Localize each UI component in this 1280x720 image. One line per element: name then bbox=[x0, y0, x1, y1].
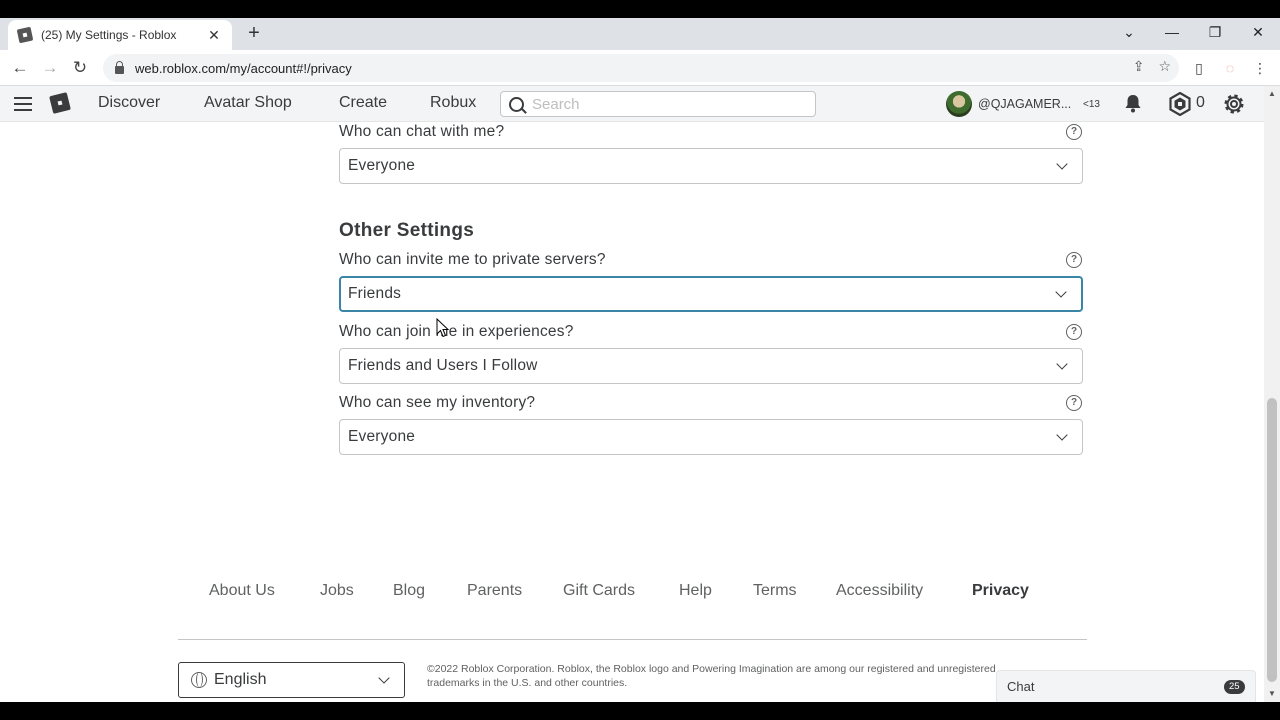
back-icon[interactable]: ← bbox=[8, 56, 32, 80]
reload-icon[interactable]: ↻ bbox=[68, 56, 92, 80]
browser-tab[interactable]: (25) My Settings - Roblox ✕ bbox=[8, 20, 232, 50]
chat-label: Chat bbox=[1007, 679, 1035, 694]
avatar[interactable] bbox=[946, 91, 972, 117]
language-value: English bbox=[214, 671, 267, 688]
tab-strip: (25) My Settings - Roblox ✕ + ⌄ — ❐ ✕ bbox=[0, 18, 1280, 50]
address-bar: ← → ↻ web.roblox.com/my/account#!/privac… bbox=[0, 50, 1280, 86]
footer-link-gift-cards[interactable]: Gift Cards bbox=[563, 582, 635, 600]
invite-help-icon[interactable]: ? bbox=[1066, 252, 1082, 268]
footer-link-terms[interactable]: Terms bbox=[753, 582, 797, 600]
footer-link-blog[interactable]: Blog bbox=[393, 582, 425, 600]
nav-create[interactable]: Create bbox=[339, 94, 387, 112]
username[interactable]: @QJAGAMER... bbox=[978, 97, 1071, 111]
chat-bar[interactable]: Chat 25 bbox=[996, 670, 1256, 702]
chat-help-icon[interactable]: ? bbox=[1066, 124, 1082, 140]
join-setting-value: Friends and Users I Follow bbox=[348, 357, 538, 374]
chevron-down-icon bbox=[1055, 285, 1067, 298]
bookmark-star-icon[interactable]: ☆ bbox=[1158, 58, 1171, 75]
footer-link-about-us[interactable]: About Us bbox=[209, 582, 275, 600]
chat-count-badge: 25 bbox=[1224, 680, 1245, 694]
tab-search-icon[interactable]: ⌄ bbox=[1114, 22, 1144, 42]
inventory-setting-select[interactable]: Everyone bbox=[339, 419, 1083, 455]
side-panel-icon[interactable]: ▯ bbox=[1189, 58, 1209, 78]
chevron-down-icon bbox=[1056, 157, 1068, 170]
invite-setting-select[interactable]: Friends bbox=[339, 276, 1083, 312]
nav-robux[interactable]: Robux bbox=[430, 94, 476, 112]
other-settings-title: Other Settings bbox=[339, 220, 475, 241]
search-input[interactable] bbox=[532, 95, 802, 113]
footer-links: About Us Jobs Blog Parents Gift Cards He… bbox=[0, 582, 1264, 604]
search-icon bbox=[509, 96, 524, 112]
url-text: web.roblox.com/my/account#!/privacy bbox=[135, 60, 352, 76]
inventory-setting-value: Everyone bbox=[348, 428, 416, 445]
privacy-settings-content: Who can chat with me? ? Everyone Other S… bbox=[0, 122, 1264, 702]
join-setting-select[interactable]: Friends and Users I Follow bbox=[339, 348, 1083, 384]
roblox-logo-icon[interactable] bbox=[49, 92, 71, 114]
chevron-down-icon bbox=[1056, 357, 1068, 370]
search-box bbox=[500, 91, 816, 117]
inventory-setting-label: Who can see my inventory? bbox=[339, 394, 536, 411]
settings-gear-icon[interactable] bbox=[1222, 92, 1246, 116]
forward-icon[interactable]: → bbox=[38, 56, 62, 80]
join-help-icon[interactable]: ? bbox=[1066, 324, 1082, 340]
chevron-down-icon bbox=[378, 671, 390, 684]
scroll-down-icon[interactable]: ▼ bbox=[1264, 686, 1280, 702]
robux-icon[interactable] bbox=[1168, 92, 1192, 116]
nav-avatar-shop[interactable]: Avatar Shop bbox=[204, 94, 292, 112]
new-tab-icon[interactable]: + bbox=[244, 23, 264, 43]
chat-setting-select[interactable]: Everyone bbox=[339, 148, 1083, 184]
chat-setting-value: Everyone bbox=[348, 157, 416, 174]
footer-link-jobs[interactable]: Jobs bbox=[320, 582, 354, 600]
page-scrollbar[interactable]: ▲ ▼ bbox=[1264, 86, 1280, 702]
close-window-icon[interactable]: ✕ bbox=[1243, 22, 1273, 42]
robux-balance[interactable]: 0 bbox=[1196, 94, 1205, 112]
join-setting-label: Who can join me in experiences? bbox=[339, 323, 574, 340]
tab-title: (25) My Settings - Roblox bbox=[41, 28, 177, 42]
hamburger-menu-icon[interactable] bbox=[14, 97, 32, 111]
globe-icon bbox=[191, 672, 207, 688]
lock-icon bbox=[115, 60, 124, 74]
footer-link-privacy[interactable]: Privacy bbox=[972, 582, 1029, 600]
minimize-icon[interactable]: — bbox=[1157, 22, 1187, 42]
footer-link-parents[interactable]: Parents bbox=[467, 582, 522, 600]
extension-icon[interactable]: ◌ bbox=[1220, 58, 1240, 78]
inventory-help-icon[interactable]: ? bbox=[1066, 395, 1082, 411]
chevron-down-icon bbox=[1056, 428, 1068, 441]
restore-icon[interactable]: ❐ bbox=[1200, 22, 1230, 42]
footer-link-accessibility[interactable]: Accessibility bbox=[836, 582, 923, 600]
share-icon[interactable]: ⇪ bbox=[1133, 58, 1145, 75]
footer-divider bbox=[178, 639, 1087, 640]
close-tab-icon[interactable]: ✕ bbox=[206, 27, 222, 44]
scroll-up-icon[interactable]: ▲ bbox=[1264, 86, 1280, 102]
nav-discover[interactable]: Discover bbox=[98, 94, 160, 112]
invite-setting-value: Friends bbox=[348, 285, 402, 302]
roblox-header: Discover Avatar Shop Create Robux @QJAGA… bbox=[0, 86, 1264, 122]
copyright-text: ©2022 Roblox Corporation. Roblox, the Ro… bbox=[427, 663, 996, 689]
invite-setting-label: Who can invite me to private servers? bbox=[339, 251, 606, 268]
age-badge: <13 bbox=[1083, 99, 1100, 110]
browser-menu-icon[interactable]: ⋮ bbox=[1250, 58, 1270, 78]
chat-setting-label: Who can chat with me? bbox=[339, 123, 505, 140]
language-select[interactable]: English bbox=[178, 662, 405, 698]
roblox-favicon-icon bbox=[16, 26, 34, 44]
mouse-cursor-icon bbox=[436, 318, 450, 338]
footer-link-help[interactable]: Help bbox=[679, 582, 712, 600]
omnibox[interactable]: web.roblox.com/my/account#!/privacy ⇪ ☆ bbox=[103, 54, 1179, 82]
notifications-bell-icon[interactable] bbox=[1124, 94, 1142, 113]
browser-window: (25) My Settings - Roblox ✕ + ⌄ — ❐ ✕ ← … bbox=[0, 18, 1280, 702]
scrollbar-thumb[interactable] bbox=[1267, 398, 1277, 682]
